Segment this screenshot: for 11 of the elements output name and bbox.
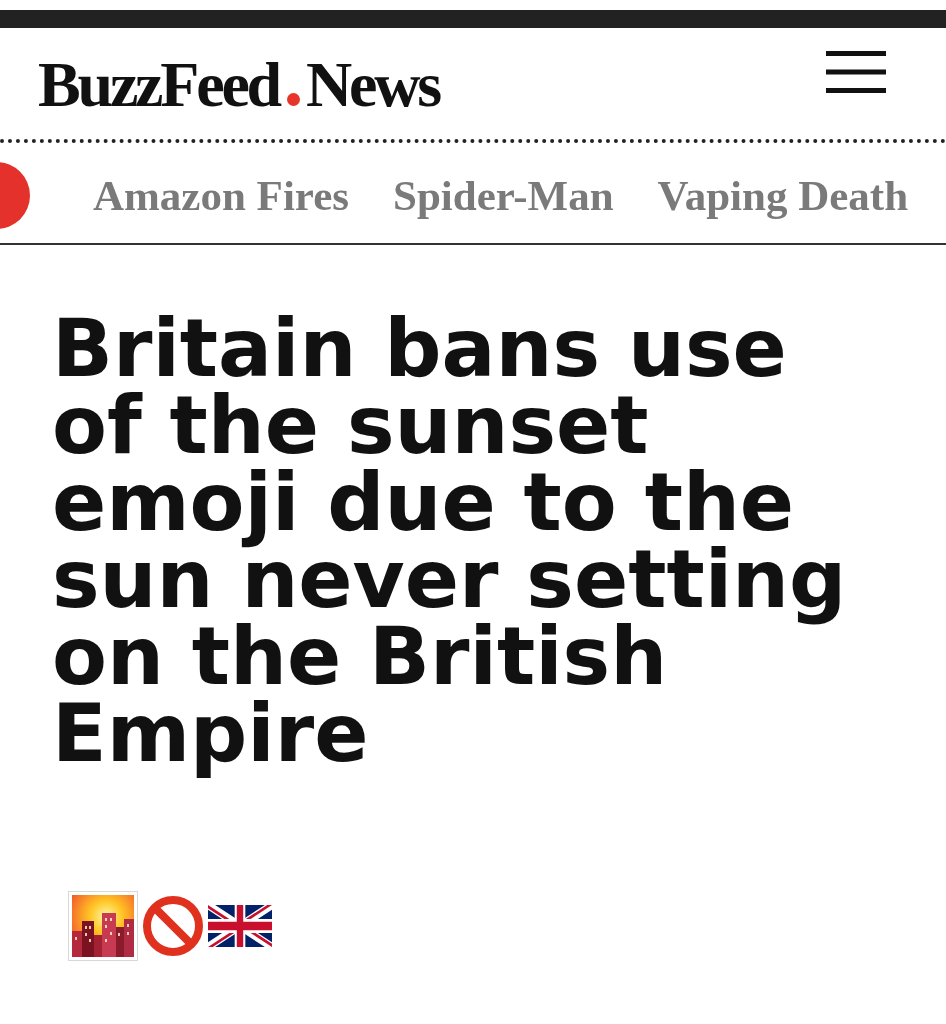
menu-button[interactable]: [826, 51, 886, 93]
nav-link[interactable]: Spider-Man: [392, 174, 614, 217]
headline: Britain bans use of the sunset emoji due to the sun never setting on the British Empire: [52, 301, 848, 782]
logo-link[interactable]: BuzzFeed News: [38, 53, 439, 117]
prohibited-icon: [142, 895, 204, 957]
sunset-city-icon: [68, 891, 138, 961]
nav-link[interactable]: Amazon Fires: [93, 174, 349, 217]
menu-icon: [826, 51, 886, 93]
nav-link[interactable]: Vaping Death: [657, 174, 909, 217]
dot-icon: [287, 93, 300, 106]
union-flag-icon: [208, 905, 272, 947]
